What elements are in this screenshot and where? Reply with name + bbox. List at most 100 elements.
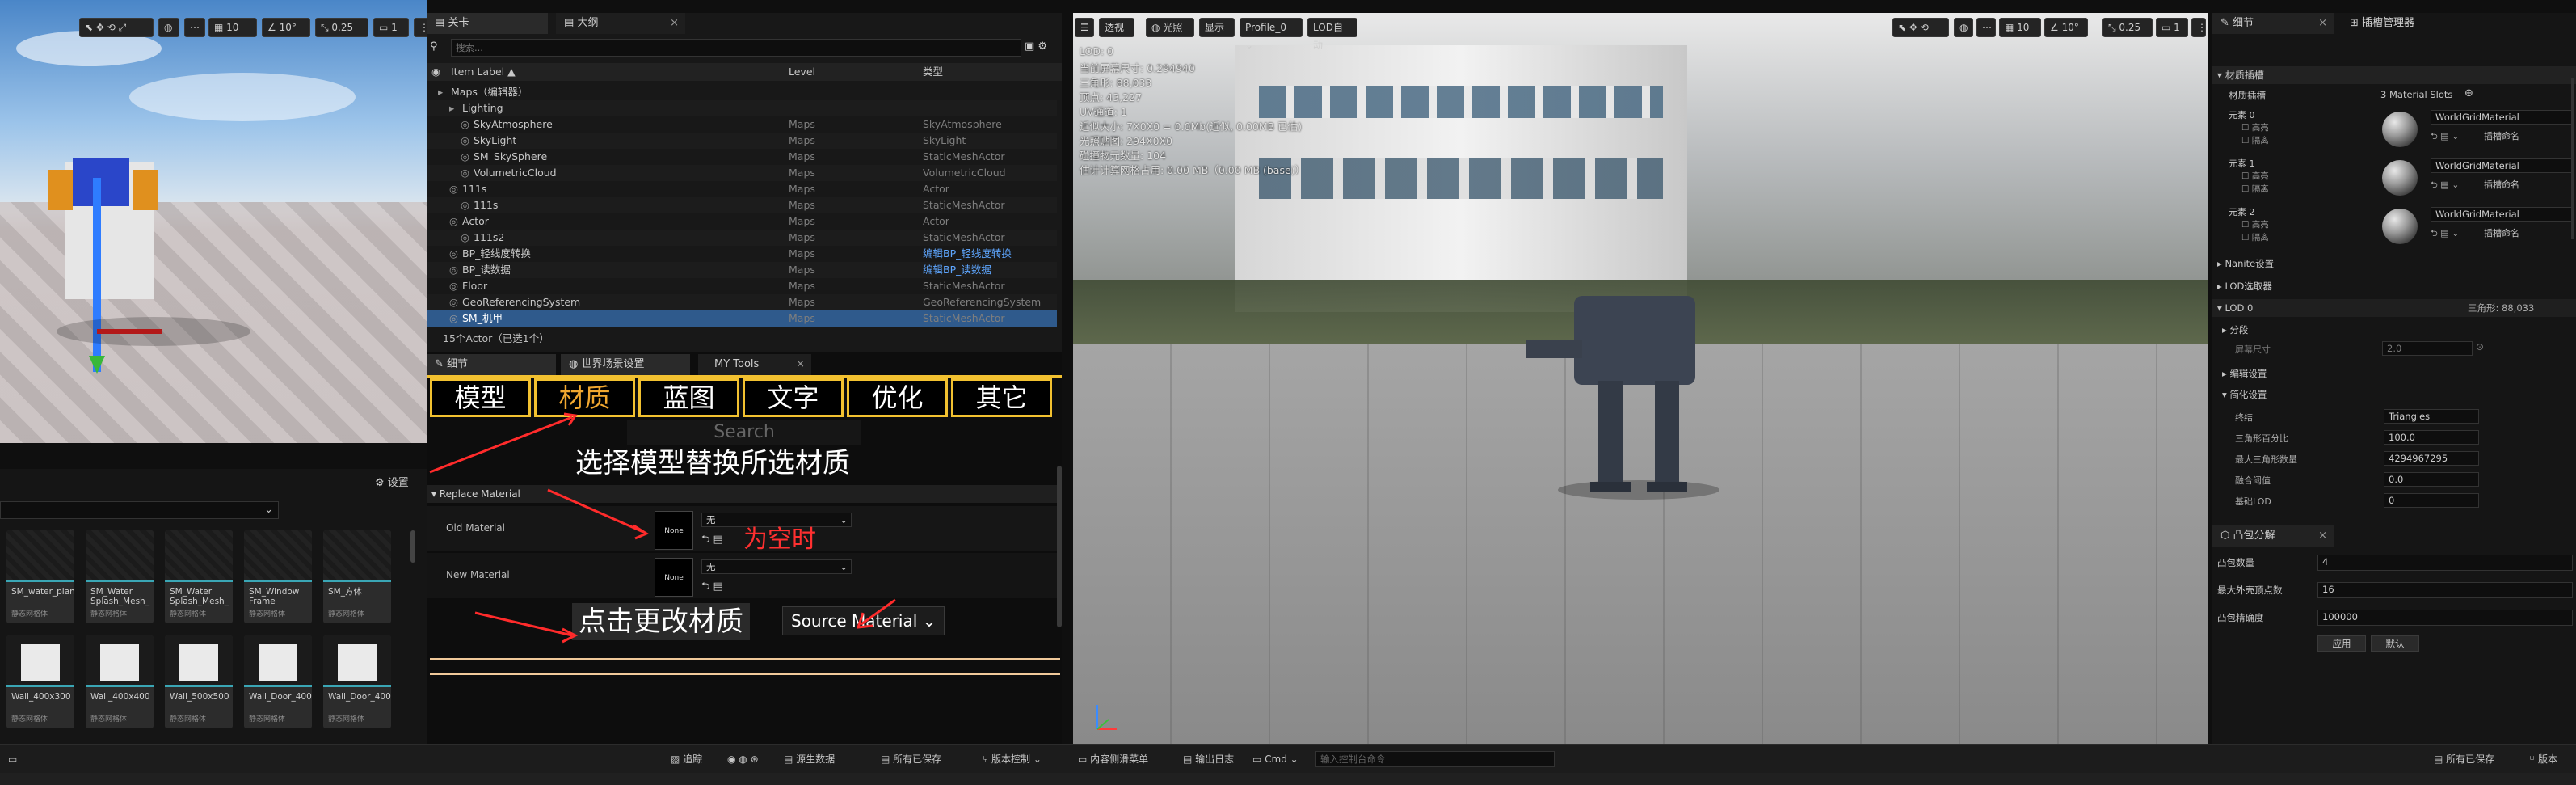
highlight-label[interactable]: ☐ 高亮 (2241, 218, 2269, 230)
outliner-row[interactable]: ◎ 111s2 Maps StaticMeshActor (427, 230, 1057, 246)
visibility-icon[interactable]: ◉ (431, 63, 440, 81)
outliner-row[interactable]: ◎ BP_轻线度转换 Maps 编辑BP_轻线度转换 (427, 246, 1057, 262)
perspective-button[interactable]: 透视 (1099, 18, 1134, 37)
nanite-section[interactable]: ▸ Nanite设置 (2217, 257, 2274, 270)
outliner-row[interactable]: ▸ Maps（编辑器） (427, 84, 1057, 100)
content-drawer-button[interactable]: ▭ 内容侧滑菜单 (1078, 745, 1148, 774)
folder-add-icon[interactable]: ▣ ⚙ (1025, 40, 1047, 53)
globe-icon[interactable]: ◍ (1954, 18, 1973, 37)
convex-row-field[interactable]: 16 (2317, 582, 2573, 598)
simplify-field[interactable]: 0 (2384, 493, 2479, 508)
lod0-section[interactable]: ▾ LOD 0 三角形: 88,033 (2212, 299, 2576, 317)
main-viewport[interactable]: ☰ 透视 ◍ 光照 显示 Profile_0 ⌄ LOD自动 ⬉ ✥ ⟲ ◍ ⋯… (1073, 13, 2208, 744)
material-name-field[interactable]: WorldGridMaterial (2431, 158, 2573, 173)
content-drawer-icon[interactable]: ▭ (8, 745, 17, 774)
outliner-row[interactable]: ▸ Lighting (427, 100, 1057, 116)
all-saved-button-right[interactable]: ▤ 所有已保存 (2434, 745, 2494, 774)
outliner-row[interactable]: ◎ Floor Maps StaticMeshActor (427, 278, 1057, 294)
asset-tile[interactable]: Wall_400x400 静态网格体 (86, 635, 154, 728)
material-browse-icons[interactable]: ⮌ ▤ ⌄ (2431, 178, 2459, 193)
grid-snap[interactable]: ▦ 10 (1999, 18, 2041, 37)
show-button[interactable]: 显示 (1199, 18, 1235, 37)
highlight-label[interactable]: ☐ 高亮 (2241, 121, 2269, 133)
outliner-row[interactable]: ◎ SkyLight Maps SkyLight (427, 133, 1057, 149)
sections-subsection[interactable]: ▸ 分段 (2222, 323, 2248, 336)
simplify-field[interactable]: 4294967295 (2384, 451, 2479, 466)
source-control-button-right[interactable]: ⑂ 版本 (2529, 745, 2557, 774)
outliner-row[interactable]: ◎ SM_机甲 Maps StaticMeshActor (427, 310, 1057, 327)
close-icon[interactable]: × (2318, 525, 2327, 547)
isolate-label[interactable]: ☐ 隔离 (2241, 134, 2269, 146)
material-browse-icons[interactable]: ⮌ ▤ ⌄ (2431, 129, 2459, 145)
outliner-row[interactable]: ◎ SkyAtmosphere Maps SkyAtmosphere (427, 116, 1057, 133)
trace-button[interactable]: ▨ 追踪 (671, 745, 702, 774)
convex-row-field[interactable]: 4 (2317, 555, 2573, 571)
outliner-row[interactable]: ◎ GeoReferencingSystem Maps GeoReferencingS… (427, 294, 1057, 310)
viewport-menu-icon[interactable]: ⋮ (2191, 18, 2207, 37)
grid-snap[interactable]: ▦ 10 (208, 18, 257, 37)
angle-snap[interactable]: ∠ 10° (262, 18, 310, 37)
tab-outliner[interactable]: ▤ 大纲 × (556, 13, 685, 34)
source-control-button[interactable]: ⑂ 版本控制 ⌄ (983, 745, 1042, 774)
material-thumbnail[interactable] (2382, 209, 2418, 244)
lod-picker-section[interactable]: ▸ LOD选取器 (2217, 280, 2272, 293)
material-thumbnail[interactable] (2382, 112, 2418, 147)
screen-size-field[interactable]: 2.0 (2382, 341, 2473, 356)
snap-icon[interactable]: ⋯ (1976, 18, 1996, 37)
derived-data-button[interactable]: ▤ 源生数据 (784, 745, 835, 774)
asset-tile[interactable]: SM_Water Splash_Mesh_ 静态网格体 (165, 530, 233, 623)
outliner-row[interactable]: ◎ 111s Maps StaticMeshActor (427, 197, 1057, 213)
close-icon[interactable]: × (2318, 13, 2327, 34)
snap-icon[interactable]: ⋯ (184, 18, 205, 37)
default-button[interactable]: 默认 (2371, 635, 2419, 652)
outliner-row[interactable]: ◎ Actor Maps Actor (427, 213, 1057, 230)
material-slots-section[interactable]: ▾ 材质插槽 (2212, 66, 2576, 84)
material-thumbnail[interactable] (2382, 160, 2418, 196)
asset-tile[interactable]: SM_Water Splash_Mesh_ 静态网格体 (86, 530, 154, 623)
status-icons[interactable]: ◉ ◍ ⊛ (727, 745, 759, 774)
simplify-field[interactable]: Triangles (2384, 409, 2479, 424)
angle-snap[interactable]: ∠ 10° (2044, 18, 2088, 37)
highlight-label[interactable]: ☐ 高亮 (2241, 170, 2269, 182)
isolate-label[interactable]: ☐ 隔离 (2241, 231, 2269, 243)
reset-icon[interactable]: ⊙ (2476, 341, 2484, 352)
transform-tools[interactable]: ⬉ ✥ ⟲ ⤢ (79, 18, 154, 37)
outliner-row[interactable]: ◎ SM_SkySphere Maps StaticMeshActor (427, 149, 1057, 165)
left-viewport[interactable]: ⬉ ✥ ⟲ ⤢ ◍ ⋯ ▦ 10 ∠ 10° ⤡ 0.25 ▭ 1 ⋮ (0, 0, 427, 443)
all-saved-button[interactable]: ▤ 所有已保存 (881, 745, 941, 774)
convex-row-field[interactable]: 100000 (2317, 610, 2573, 626)
reduction-settings-subsection[interactable]: ▾ 简化设置 (2222, 388, 2267, 401)
lod-dropdown[interactable]: LOD自动 (1307, 18, 1357, 51)
material-browse-icons[interactable]: ⮌ ▤ ⌄ (2431, 226, 2459, 242)
filter-icon[interactable]: ⚲ (430, 40, 446, 53)
profile-dropdown[interactable]: Profile_0 ⌄ (1240, 18, 1303, 51)
globe-icon[interactable]: ◍ (158, 18, 179, 37)
camera-speed[interactable]: ▭ 1 (2156, 18, 2188, 37)
tab-socket-manager[interactable]: ⊞ 插槽管理器 (2342, 13, 2503, 34)
build-settings-subsection[interactable]: ▸ 编辑设置 (2222, 367, 2267, 380)
add-icon[interactable]: ⊕ (2464, 87, 2473, 99)
output-log-button[interactable]: ▤ 输出日志 (1183, 745, 1234, 774)
transform-tools[interactable]: ⬉ ✥ ⟲ (1892, 18, 1949, 37)
close-icon[interactable]: × (670, 13, 679, 34)
column-level[interactable]: Level (789, 63, 815, 81)
scrollbar[interactable] (2571, 78, 2574, 239)
material-name-field[interactable]: WorldGridMaterial (2431, 110, 2573, 125)
asset-tile[interactable]: SM_Window Frame 静态网格体 (244, 530, 312, 623)
outliner-row[interactable]: ◎ BP_读数据 Maps 编辑BP_读数据 (427, 262, 1057, 278)
asset-tile[interactable]: SM_方体 静态网格体 (323, 530, 391, 623)
apply-button[interactable]: 应用 (2317, 635, 2366, 652)
console-input[interactable]: 输入控制台命令 (1315, 751, 1555, 767)
outliner-search-input[interactable]: 搜索... (451, 39, 1021, 57)
asset-tile[interactable]: Wall_400x300 静态网格体 (6, 635, 74, 728)
hamburger-icon[interactable]: ☰ (1075, 18, 1094, 37)
asset-tile[interactable]: Wall_Door_400x400 静态网格体 (323, 635, 391, 728)
lit-button[interactable]: ◍ 光照 (1146, 18, 1194, 37)
scrollbar[interactable] (410, 530, 415, 563)
isolate-label[interactable]: ☐ 隔离 (2241, 183, 2269, 195)
tab-details[interactable]: ✎ 细节 × (2212, 13, 2334, 34)
outliner-row[interactable]: ◎ 111s Maps Actor (427, 181, 1057, 197)
outliner-row-type[interactable]: 编辑BP_轻线度转换 (923, 246, 1012, 262)
asset-tile[interactable]: Wall_500x500 静态网格体 (165, 635, 233, 728)
scale-snap[interactable]: ⤡ 0.25 (315, 18, 368, 37)
